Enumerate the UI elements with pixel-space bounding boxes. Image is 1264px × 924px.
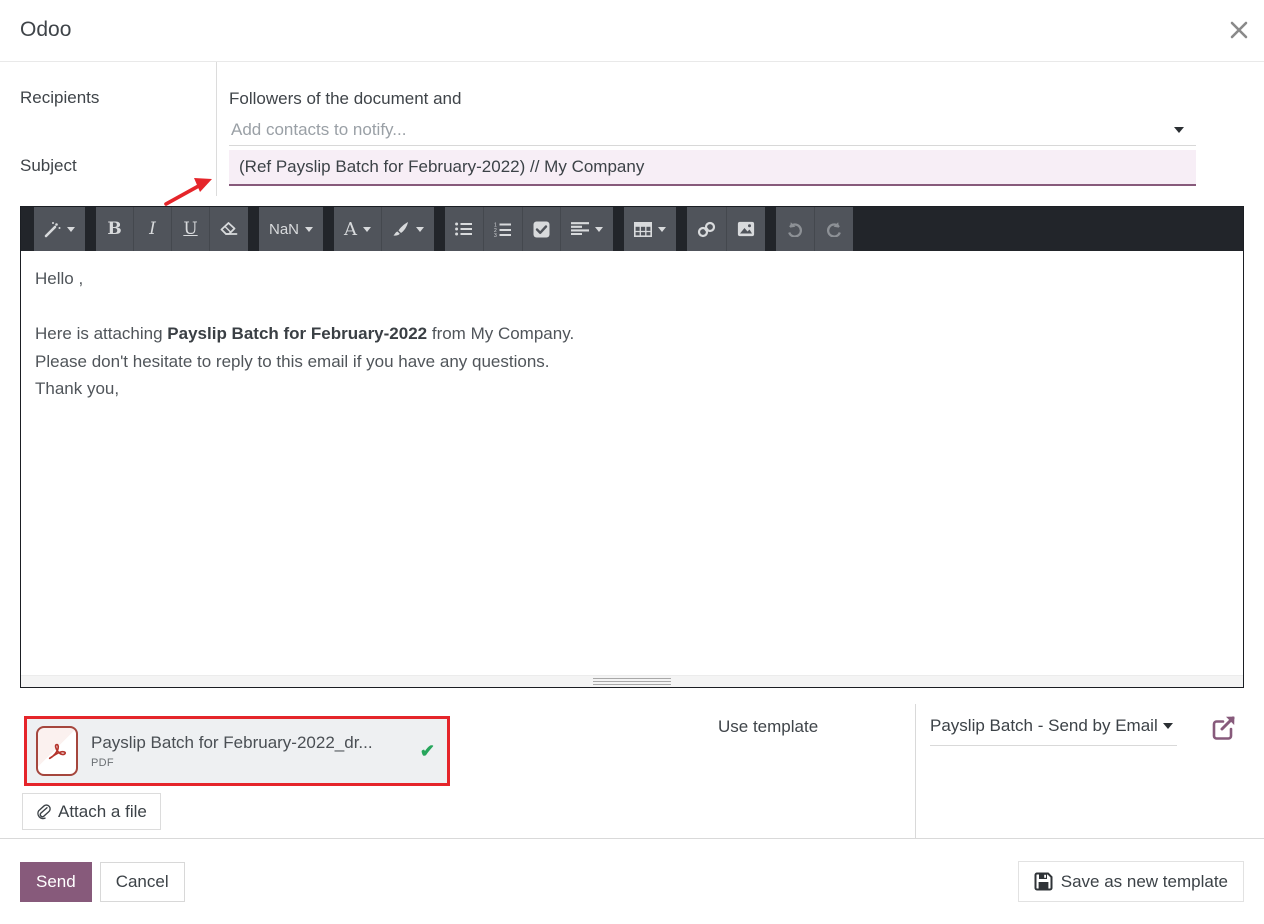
eraser-icon — [220, 222, 238, 236]
fields-section: Recipients Subject Followers of the docu… — [0, 62, 1264, 196]
bold-button[interactable]: B — [96, 207, 134, 251]
toolbar-group-style — [34, 207, 85, 251]
attach-file-button[interactable]: Attach a file — [22, 793, 161, 830]
align-left-icon — [571, 222, 589, 236]
text-color-label: A — [344, 219, 357, 240]
toolbar-group-table — [624, 207, 676, 251]
save-as-template-button[interactable]: Save as new template — [1018, 861, 1244, 902]
resize-handle[interactable] — [593, 678, 671, 685]
chevron-down-icon — [658, 227, 666, 232]
add-contacts-input[interactable] — [229, 114, 1196, 145]
acrobat-glyph-icon — [46, 740, 68, 762]
email-body-editor: B I U NaN A — [20, 206, 1244, 688]
italic-button[interactable]: I — [134, 207, 172, 251]
attach-file-label: Attach a file — [58, 802, 147, 822]
chevron-down-icon — [416, 227, 424, 232]
send-button[interactable]: Send — [20, 862, 92, 902]
image-icon — [737, 221, 755, 237]
body-line-reply: Please don't hesitate to reply to this e… — [35, 348, 1229, 376]
template-select[interactable]: Payslip Batch - Send by Email — [930, 716, 1177, 746]
redo-button[interactable] — [815, 207, 853, 251]
toolbar-group-colors: A — [334, 207, 434, 251]
pdf-file-icon — [36, 726, 78, 776]
table-icon — [634, 222, 652, 237]
attachment-card[interactable]: Payslip Batch for February-2022_dr... PD… — [24, 716, 450, 786]
email-body-text[interactable]: Hello , Here is attaching Payslip Batch … — [21, 251, 1243, 675]
underline-button[interactable]: U — [172, 207, 210, 251]
use-template-label: Use template — [718, 717, 818, 737]
followers-text: Followers of the document and — [229, 89, 1196, 109]
template-divider — [915, 704, 916, 838]
redo-icon — [825, 221, 843, 237]
paintbrush-icon — [392, 221, 410, 237]
insert-image-button[interactable] — [727, 207, 765, 251]
toolbar-group-history — [776, 207, 853, 251]
chevron-down-icon — [595, 227, 603, 232]
font-size-dropdown[interactable]: NaN — [259, 207, 323, 251]
link-icon — [697, 221, 716, 238]
text-color-dropdown[interactable]: A — [334, 207, 382, 251]
magic-wand-icon — [44, 221, 61, 238]
toolbar-group-media — [687, 207, 765, 251]
chevron-down-icon — [1163, 723, 1173, 729]
cancel-button[interactable]: Cancel — [100, 862, 185, 902]
dialog-header: Odoo — [0, 0, 1264, 62]
font-size-value: NaN — [269, 221, 299, 238]
table-dropdown[interactable] — [624, 207, 676, 251]
body-line-attachment: Here is attaching Payslip Batch for Febr… — [35, 320, 1229, 348]
attachment-filetype: PDF — [91, 757, 373, 769]
annotation-arrow — [160, 170, 218, 210]
close-x-icon — [1230, 21, 1248, 39]
chevron-down-icon — [67, 227, 75, 232]
checklist-button[interactable] — [523, 207, 561, 251]
editor-resize-strip — [21, 675, 1243, 687]
attachments-section: Payslip Batch for February-2022_dr... PD… — [0, 688, 1264, 838]
save-as-template-label: Save as new template — [1061, 872, 1228, 892]
attachment-info: Payslip Batch for February-2022_dr... PD… — [91, 733, 373, 769]
open-template-button[interactable] — [1208, 714, 1238, 744]
page-title: Odoo — [20, 18, 71, 42]
undo-icon — [786, 221, 804, 237]
ordered-list-button[interactable]: 1 2 3 — [484, 207, 523, 251]
paperclip-icon — [36, 803, 51, 820]
body-greeting: Hello , — [35, 265, 1229, 293]
remove-format-button[interactable] — [210, 207, 248, 251]
undo-button[interactable] — [776, 207, 815, 251]
toolbar-group-lists: 1 2 3 — [445, 207, 613, 251]
email-compose-dialog: Odoo Recipients Subject Followers of the… — [0, 0, 1264, 924]
contacts-field-row — [229, 114, 1196, 146]
attachment-check-icon: ✔ — [420, 741, 435, 762]
body-blank-line — [35, 293, 1229, 321]
body-bold-batch-name: Payslip Batch for February-2022 — [167, 324, 427, 343]
chevron-down-icon[interactable] — [1174, 127, 1184, 133]
editor-toolbar: B I U NaN A — [21, 207, 1243, 251]
body-line-thanks: Thank you, — [35, 375, 1229, 403]
chevron-down-icon — [305, 227, 313, 232]
close-icon[interactable] — [1226, 18, 1252, 44]
highlight-color-dropdown[interactable] — [382, 207, 434, 251]
save-floppy-icon — [1034, 872, 1053, 891]
attachment-filename: Payslip Batch for February-2022_dr... — [91, 733, 373, 753]
style-dropdown-button[interactable] — [34, 207, 85, 251]
toolbar-group-basic-format: B I U — [96, 207, 248, 251]
subject-input[interactable] — [229, 150, 1196, 186]
chevron-down-icon — [363, 227, 371, 232]
template-selected-value: Payslip Batch - Send by Email — [930, 716, 1158, 736]
insert-link-button[interactable] — [687, 207, 727, 251]
numbered-list-icon: 1 2 3 — [494, 222, 512, 237]
field-inputs-column: Followers of the document and — [217, 62, 1196, 196]
svg-text:3: 3 — [494, 233, 497, 237]
recipients-label: Recipients — [20, 88, 216, 108]
bullet-list-icon — [455, 222, 473, 236]
toolbar-group-font-size: NaN — [259, 207, 323, 251]
dialog-footer: Send Cancel Save as new template — [0, 838, 1264, 924]
unordered-list-button[interactable] — [445, 207, 484, 251]
align-dropdown[interactable] — [561, 207, 613, 251]
external-link-icon — [1210, 714, 1237, 741]
checkbox-check-icon — [533, 221, 550, 238]
